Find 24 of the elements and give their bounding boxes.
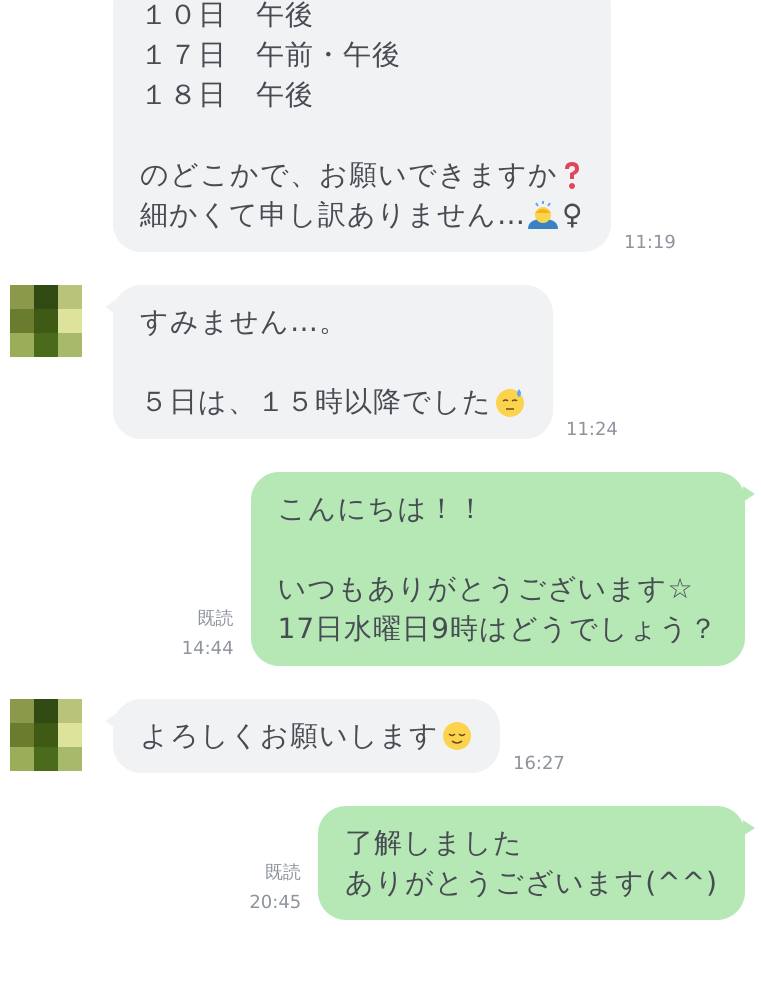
timestamp: 20:45: [249, 891, 302, 915]
timestamp: 16:27: [513, 752, 565, 776]
message-text: 了解しました: [345, 825, 524, 861]
message-text: １７日 午前・午後: [140, 37, 401, 73]
timestamp: 11:19: [624, 231, 676, 255]
message-text: 細かくて申し訳ありません…: [140, 197, 526, 233]
message-text: １０日 午後: [140, 0, 314, 33]
smiling-face-icon: [441, 720, 473, 752]
message-text: すみません…。: [140, 304, 348, 340]
read-receipt: 既読: [265, 861, 302, 885]
message-text: よろしくお願いします: [140, 718, 439, 754]
female-sign: ♀: [562, 197, 584, 233]
message-text: ５日は、１５時以降でした: [140, 384, 492, 420]
timestamp: 14:44: [182, 637, 234, 661]
timestamp: 11:24: [566, 418, 618, 442]
bowing-person-icon: [526, 199, 560, 231]
message-text: のどこかで、お願いできますか: [140, 157, 558, 193]
message-text: こんにちは！！: [278, 491, 486, 527]
message-text: 17日水曜日9時はどうでしょう？: [278, 611, 718, 647]
message-text: いつもありがとうございます☆: [278, 571, 694, 607]
read-receipt: 既読: [198, 607, 234, 631]
message-text: １８日 午後: [140, 77, 314, 113]
worried-face-icon: [494, 386, 526, 418]
message-text: ありがとうございます(^^): [345, 865, 718, 901]
